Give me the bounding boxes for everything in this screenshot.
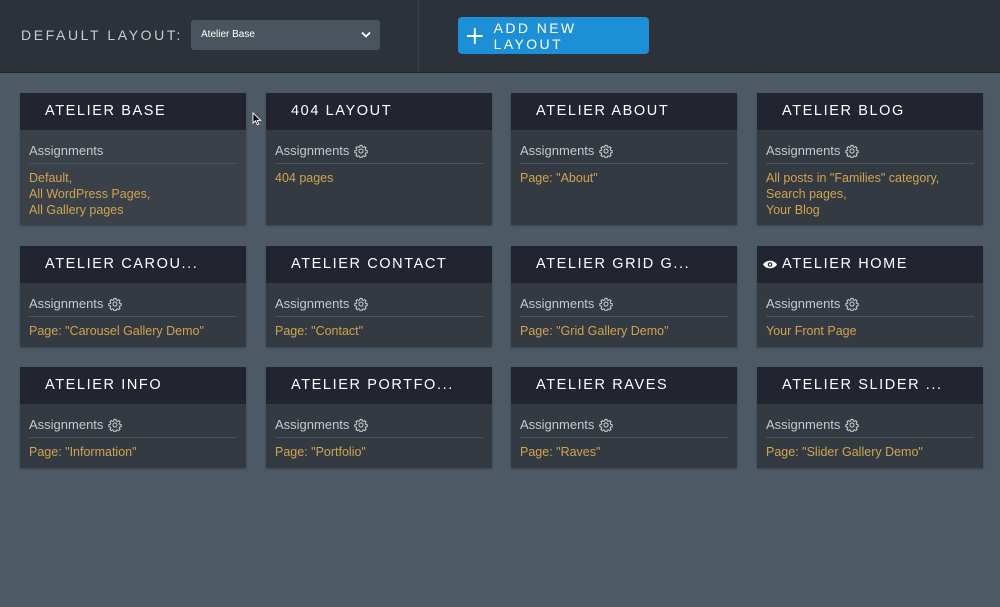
layout-card-atelier-slider[interactable]: ATELIER SLIDER ... Assignments Page: "Sl…: [757, 367, 983, 468]
eye-icon: [763, 260, 777, 269]
gear-icon[interactable]: [845, 418, 860, 432]
layout-card-atelier-info[interactable]: ATELIER INFO Assignments Page: "Informat…: [20, 367, 246, 468]
assignments-row: Assignments: [766, 417, 974, 438]
assignment-value: Your Blog: [766, 203, 820, 217]
layout-card-atelier-about[interactable]: ATELIER ABOUT Assignments Page: "About": [511, 93, 737, 225]
top-toolbar: DEFAULT LAYOUT: Atelier Base ADD NEW LAY…: [0, 0, 1000, 73]
gear-icon[interactable]: [599, 297, 614, 311]
assignment-value: Page: "Raves": [520, 445, 601, 459]
assignments-label: Assignments: [766, 417, 841, 432]
layout-card-atelier-blog[interactable]: ATELIER BLOG Assignments All posts in "F…: [757, 93, 983, 225]
layout-card-title[interactable]: 404 LAYOUT: [266, 93, 492, 130]
assignments-label: Assignments: [275, 143, 350, 158]
assignment-value: Page: "Contact": [275, 324, 364, 338]
layout-card-atelier-home[interactable]: ATELIER HOME Assignments Your Front Page: [757, 246, 983, 347]
assignment-value: 404 pages: [275, 171, 334, 185]
assignment-values: Page: "Grid Gallery Demo": [520, 323, 728, 339]
assignments-label: Assignments: [520, 296, 595, 311]
assignment-value: All WordPress Pages,: [29, 187, 151, 201]
layout-card-atelier-contact[interactable]: ATELIER CONTACT Assignments Page: "Conta…: [266, 246, 492, 347]
assignment-value: Page: "Information": [29, 445, 137, 459]
gear-icon[interactable]: [599, 418, 614, 432]
layout-card-title[interactable]: ATELIER CAROU...: [20, 246, 246, 283]
default-layout-label: DEFAULT LAYOUT:: [21, 27, 183, 43]
layout-card-atelier-grid-gallery[interactable]: ATELIER GRID G... Assignments Page: "Gri…: [511, 246, 737, 347]
assignments-row: Assignments: [275, 417, 483, 438]
assignment-value: Page: "Grid Gallery Demo": [520, 324, 669, 338]
layout-card-header[interactable]: ATELIER HOME: [757, 246, 983, 283]
assignment-values: Page: "Carousel Gallery Demo": [29, 323, 237, 339]
gear-icon[interactable]: [354, 418, 369, 432]
layout-card-title[interactable]: ATELIER RAVES: [511, 367, 737, 404]
plus-icon: [466, 27, 483, 44]
assignment-value: All Gallery pages: [29, 203, 124, 217]
layout-card-title[interactable]: ATELIER CONTACT: [266, 246, 492, 283]
assignments-row: Assignments: [29, 417, 237, 438]
assignment-value: Page: "About": [520, 171, 598, 185]
layout-card-title[interactable]: ATELIER GRID G...: [511, 246, 737, 283]
layout-card-title[interactable]: ATELIER HOME: [782, 256, 908, 272]
assignment-values: Default, All WordPress Pages, All Galler…: [29, 170, 237, 218]
assignment-value: Page: "Carousel Gallery Demo": [29, 324, 204, 338]
assignment-values: Page: "About": [520, 170, 728, 186]
layout-card-atelier-carousel[interactable]: ATELIER CAROU... Assignments Page: "Caro…: [20, 246, 246, 347]
assignments-row: Assignments: [275, 296, 483, 317]
assignments-row: Assignments: [29, 296, 237, 317]
assignment-value: Page: "Portfolio": [275, 445, 366, 459]
default-layout-select-value: Atelier Base: [201, 29, 255, 40]
assignment-value: All posts in "Families" category,: [766, 171, 940, 185]
assignment-value: Search pages,: [766, 187, 847, 201]
layout-card-title[interactable]: ATELIER INFO: [20, 367, 246, 404]
gear-icon[interactable]: [354, 144, 369, 158]
layout-card-title[interactable]: ATELIER BLOG: [757, 93, 983, 130]
assignment-values: Your Front Page: [766, 323, 974, 339]
add-new-layout-label: ADD NEW LAYOUT: [493, 19, 577, 52]
assignment-values: 404 pages: [275, 170, 483, 186]
assignments-row: Assignments: [520, 417, 728, 438]
gear-icon[interactable]: [108, 418, 123, 432]
layout-card-title[interactable]: ATELIER ABOUT: [511, 93, 737, 130]
gear-icon[interactable]: [845, 144, 860, 158]
assignments-row: Assignments: [29, 143, 237, 164]
gear-icon[interactable]: [599, 144, 614, 158]
assignments-row: Assignments: [520, 143, 728, 164]
assignment-values: All posts in "Families" category, Search…: [766, 170, 974, 218]
assignment-value: Your Front Page: [766, 324, 857, 338]
assignments-label: Assignments: [29, 143, 104, 158]
assignment-values: Page: "Information": [29, 444, 237, 460]
gear-icon[interactable]: [108, 297, 123, 311]
layout-card-title[interactable]: ATELIER BASE: [20, 93, 246, 130]
chevron-down-icon: [361, 31, 371, 38]
assignments-label: Assignments: [520, 417, 595, 432]
assignment-value: Default,: [29, 171, 73, 185]
assignments-label: Assignments: [766, 296, 841, 311]
layout-card-title[interactable]: ATELIER PORTFO...: [266, 367, 492, 404]
assignments-row: Assignments: [766, 296, 974, 317]
assignment-values: Page: "Contact": [275, 323, 483, 339]
toolbar-divider: [418, 0, 419, 72]
mouse-cursor-icon: [252, 112, 262, 126]
gear-icon[interactable]: [354, 297, 369, 311]
assignments-row: Assignments: [520, 296, 728, 317]
assignment-values: Page: "Raves": [520, 444, 728, 460]
assignment-values: Page: "Portfolio": [275, 444, 483, 460]
assignment-value: Page: "Slider Gallery Demo": [766, 445, 923, 459]
layout-card-atelier-portfolio[interactable]: ATELIER PORTFO... Assignments Page: "Por…: [266, 367, 492, 468]
layout-card-atelier-base[interactable]: ATELIER BASE Assignments Default, All Wo…: [20, 93, 246, 225]
assignments-label: Assignments: [275, 296, 350, 311]
default-layout-select[interactable]: Atelier Base: [191, 20, 380, 50]
gear-icon[interactable]: [845, 297, 860, 311]
assignments-label: Assignments: [520, 143, 595, 158]
layout-card-title[interactable]: ATELIER SLIDER ...: [757, 367, 983, 404]
add-new-layout-button[interactable]: ADD NEW LAYOUT: [458, 17, 649, 54]
assignments-row: Assignments: [766, 143, 974, 164]
assignments-label: Assignments: [29, 296, 104, 311]
assignments-label: Assignments: [29, 417, 104, 432]
layout-card-404-layout[interactable]: 404 LAYOUT Assignments 404 pages: [266, 93, 492, 225]
assignments-label: Assignments: [275, 417, 350, 432]
assignment-values: Page: "Slider Gallery Demo": [766, 444, 974, 460]
layout-card-atelier-raves[interactable]: ATELIER RAVES Assignments Page: "Raves": [511, 367, 737, 468]
assignments-label: Assignments: [766, 143, 841, 158]
assignments-row: Assignments: [275, 143, 483, 164]
